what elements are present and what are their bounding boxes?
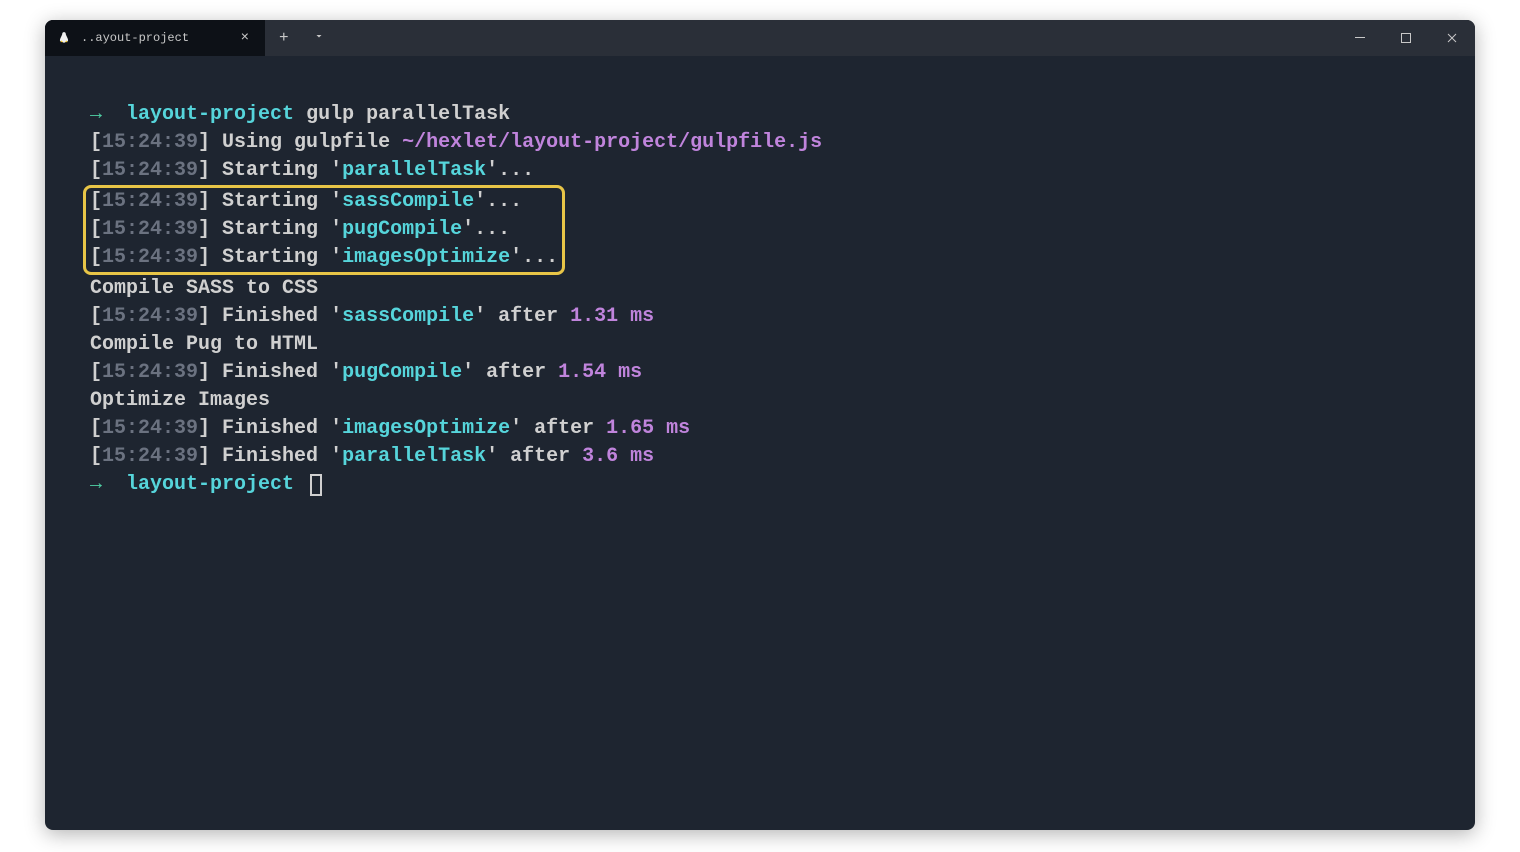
maximize-button[interactable] xyxy=(1383,20,1429,56)
timestamp: 15:24:39 xyxy=(102,131,198,154)
prompt-line: → layout-project gulp parallelTask xyxy=(90,101,1430,129)
prompt-dir: layout-project xyxy=(126,103,294,126)
tux-icon xyxy=(57,31,71,45)
timestamp: 15:24:39 xyxy=(102,246,198,269)
output-line: [15:24:39] Starting 'parallelTask'... xyxy=(90,157,1430,185)
task-name: pugCompile xyxy=(342,218,462,241)
new-tab-button[interactable]: + xyxy=(265,29,303,47)
tab-area: ..ayout-project × + xyxy=(45,20,335,56)
cursor xyxy=(310,474,322,496)
tab-dropdown-icon[interactable] xyxy=(303,29,335,47)
gulpfile-path: ~/hexlet/layout-project/gulpfile.js xyxy=(402,131,822,154)
task-name: sassCompile xyxy=(342,190,474,213)
output-line: [15:24:39] Finished 'sassCompile' after … xyxy=(90,303,1430,331)
output-line: [15:24:39] Finished 'parallelTask' after… xyxy=(90,443,1430,471)
output-line: [15:24:39] Starting 'pugCompile'... xyxy=(90,216,558,244)
terminal-output[interactable]: → layout-project gulp parallelTask [15:2… xyxy=(45,56,1475,544)
timestamp: 15:24:39 xyxy=(102,159,198,182)
timestamp: 15:24:39 xyxy=(102,361,198,384)
command-text: gulp parallelTask xyxy=(306,103,510,126)
close-tab-icon[interactable]: × xyxy=(237,30,253,46)
terminal-tab[interactable]: ..ayout-project × xyxy=(45,20,265,56)
output-line: [15:24:39] Starting 'imagesOptimize'... xyxy=(90,244,558,272)
window-controls xyxy=(1337,20,1475,56)
tab-title: ..ayout-project xyxy=(81,31,227,45)
task-name: imagesOptimize xyxy=(342,417,510,440)
duration: 3.6 ms xyxy=(582,445,654,468)
highlighted-region: [15:24:39] Starting 'sassCompile'... [15… xyxy=(83,185,565,275)
output-line: [15:24:39] Using gulpfile ~/hexlet/layou… xyxy=(90,129,1430,157)
prompt-line: → layout-project xyxy=(90,471,1430,499)
output-line: Compile SASS to CSS xyxy=(90,275,1430,303)
terminal-window: ..ayout-project × + → layout-project gul… xyxy=(45,20,1475,830)
duration: 1.54 ms xyxy=(558,361,642,384)
timestamp: 15:24:39 xyxy=(102,190,198,213)
output-line: [15:24:39] Finished 'pugCompile' after 1… xyxy=(90,359,1430,387)
duration: 1.31 ms xyxy=(570,305,654,328)
minimize-button[interactable] xyxy=(1337,20,1383,56)
timestamp: 15:24:39 xyxy=(102,305,198,328)
timestamp: 15:24:39 xyxy=(102,445,198,468)
titlebar: ..ayout-project × + xyxy=(45,20,1475,56)
output-line: [15:24:39] Starting 'sassCompile'... xyxy=(90,188,558,216)
timestamp: 15:24:39 xyxy=(102,218,198,241)
task-name: imagesOptimize xyxy=(342,246,510,269)
prompt-arrow-icon: → xyxy=(90,473,102,496)
output-line: [15:24:39] Finished 'imagesOptimize' aft… xyxy=(90,415,1430,443)
task-name: sassCompile xyxy=(342,305,474,328)
close-button[interactable] xyxy=(1429,20,1475,56)
task-name: parallelTask xyxy=(342,159,486,182)
task-name: pugCompile xyxy=(342,361,462,384)
output-line: Compile Pug to HTML xyxy=(90,331,1430,359)
duration: 1.65 ms xyxy=(606,417,690,440)
prompt-dir: layout-project xyxy=(126,473,294,496)
task-name: parallelTask xyxy=(342,445,486,468)
prompt-arrow-icon: → xyxy=(90,103,102,126)
timestamp: 15:24:39 xyxy=(102,417,198,440)
output-line: Optimize Images xyxy=(90,387,1430,415)
